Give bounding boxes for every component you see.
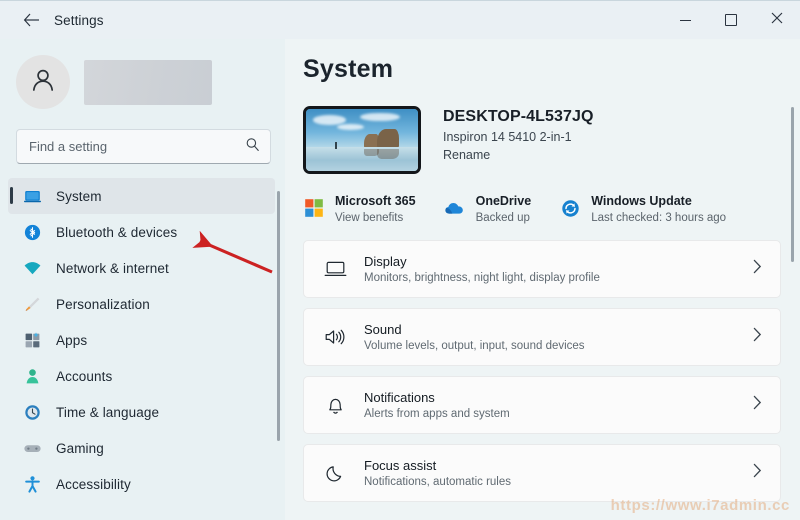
search-input[interactable] bbox=[29, 139, 245, 154]
device-model: Inspiron 14 5410 2-in-1 bbox=[443, 130, 594, 144]
sidebar-item-system[interactable]: System bbox=[8, 178, 275, 214]
card-title: Sound bbox=[364, 322, 753, 337]
quicklink-microsoft-365[interactable]: Microsoft 365 View benefits bbox=[303, 192, 416, 224]
back-button[interactable] bbox=[14, 5, 48, 35]
sidebar-item-label: System bbox=[56, 189, 102, 204]
apps-grid-icon bbox=[22, 330, 42, 350]
maximize-button[interactable] bbox=[708, 1, 754, 39]
back-arrow-icon bbox=[23, 13, 40, 27]
title-bar: Settings bbox=[0, 1, 800, 39]
quicklink-onedrive[interactable]: OneDrive Backed up bbox=[444, 192, 532, 224]
account-name-redacted bbox=[84, 60, 212, 105]
close-button[interactable] bbox=[754, 1, 800, 39]
sidebar-item-network-internet[interactable]: Network & internet bbox=[8, 250, 275, 286]
account-profile[interactable] bbox=[0, 39, 285, 109]
search-box[interactable] bbox=[16, 129, 271, 164]
sidebar-item-label: Accounts bbox=[56, 369, 112, 384]
quicklink-subtitle: Backed up bbox=[476, 212, 532, 224]
settings-card-display[interactable]: Display Monitors, brightness, night ligh… bbox=[303, 240, 781, 298]
card-subtitle: Monitors, brightness, night light, displ… bbox=[364, 272, 753, 284]
sidebar-item-label: Apps bbox=[56, 333, 87, 348]
card-subtitle: Volume levels, output, input, sound devi… bbox=[364, 340, 753, 352]
sidebar-item-accessibility[interactable]: Accessibility bbox=[8, 466, 275, 502]
quicklink-title: Microsoft 365 bbox=[335, 194, 416, 208]
window-controls bbox=[662, 1, 800, 39]
sidebar-item-label: Gaming bbox=[56, 441, 104, 456]
chevron-right-icon[interactable] bbox=[753, 395, 762, 415]
main-content: System DESKTOP-4L537JQ Inspiron 14 5410 … bbox=[285, 39, 800, 520]
settings-window: Settings bbox=[0, 0, 800, 520]
chevron-right-icon[interactable] bbox=[753, 259, 762, 279]
card-title: Focus assist bbox=[364, 458, 753, 473]
main-scrollbar[interactable] bbox=[791, 107, 794, 262]
quicklink-title: Windows Update bbox=[591, 194, 692, 208]
display-monitor-icon bbox=[322, 256, 348, 282]
chevron-right-icon[interactable] bbox=[753, 463, 762, 483]
rename-link[interactable]: Rename bbox=[443, 148, 594, 162]
focus-assist-moon-icon bbox=[322, 460, 348, 486]
avatar bbox=[16, 55, 70, 109]
quicklink-windows-update[interactable]: Windows Update Last checked: 3 hours ago bbox=[559, 192, 726, 224]
settings-card-focus-assist[interactable]: Focus assist Notifications, automatic ru… bbox=[303, 444, 781, 502]
sidebar-item-label: Network & internet bbox=[56, 261, 169, 276]
microsoft-365-logo-icon bbox=[303, 197, 325, 219]
onedrive-cloud-icon bbox=[444, 197, 466, 219]
minimize-button[interactable] bbox=[662, 1, 708, 39]
account-person-icon bbox=[22, 366, 42, 386]
sidebar-item-time-language[interactable]: Time & language bbox=[8, 394, 275, 430]
wifi-icon bbox=[22, 258, 42, 278]
watermark: https://www.i7admin.cc bbox=[611, 497, 790, 514]
sidebar-item-label: Personalization bbox=[56, 297, 150, 312]
system-laptop-icon bbox=[22, 186, 42, 206]
card-title: Notifications bbox=[364, 390, 753, 405]
windows-update-refresh-icon bbox=[559, 197, 581, 219]
accessibility-person-icon bbox=[22, 474, 42, 494]
card-subtitle: Notifications, automatic rules bbox=[364, 476, 753, 488]
sidebar-item-label: Accessibility bbox=[56, 477, 131, 492]
person-avatar-icon bbox=[28, 65, 58, 100]
settings-cards: Display Monitors, brightness, night ligh… bbox=[303, 240, 800, 502]
app-title: Settings bbox=[54, 13, 104, 28]
quicklink-subtitle: Last checked: 3 hours ago bbox=[591, 212, 726, 224]
sidebar-item-apps[interactable]: Apps bbox=[8, 322, 275, 358]
sidebar-item-gaming[interactable]: Gaming bbox=[8, 430, 275, 466]
bluetooth-icon bbox=[22, 222, 42, 242]
sound-speaker-icon bbox=[322, 324, 348, 350]
close-icon bbox=[771, 11, 783, 29]
sidebar-item-personalization[interactable]: Personalization bbox=[8, 286, 275, 322]
settings-card-sound[interactable]: Sound Volume levels, output, input, soun… bbox=[303, 308, 781, 366]
quicklink-title: OneDrive bbox=[476, 194, 532, 208]
search-icon[interactable] bbox=[245, 137, 260, 157]
clock-icon bbox=[22, 402, 42, 422]
sidebar-item-bluetooth-devices[interactable]: Bluetooth & devices bbox=[8, 214, 275, 250]
sidebar-item-label: Bluetooth & devices bbox=[56, 225, 177, 240]
quick-links: Microsoft 365 View benefits OneDrive Bac… bbox=[303, 192, 800, 224]
sidebar-scrollbar[interactable] bbox=[277, 191, 280, 441]
sidebar-nav: System Bluetooth & devices Network bbox=[0, 178, 285, 502]
minimize-icon bbox=[680, 20, 691, 21]
sidebar-item-accounts[interactable]: Accounts bbox=[8, 358, 275, 394]
card-title: Display bbox=[364, 254, 753, 269]
gamepad-icon bbox=[22, 438, 42, 458]
paintbrush-icon bbox=[22, 294, 42, 314]
card-subtitle: Alerts from apps and system bbox=[364, 408, 753, 420]
maximize-icon bbox=[725, 14, 737, 26]
page-title: System bbox=[303, 55, 800, 84]
sidebar: System Bluetooth & devices Network bbox=[0, 39, 285, 520]
settings-card-notifications[interactable]: Notifications Alerts from apps and syste… bbox=[303, 376, 781, 434]
quicklink-subtitle: View benefits bbox=[335, 212, 416, 224]
device-summary: DESKTOP-4L537JQ Inspiron 14 5410 2-in-1 … bbox=[303, 106, 800, 174]
device-name: DESKTOP-4L537JQ bbox=[443, 108, 594, 126]
desktop-wallpaper-thumbnail bbox=[303, 106, 421, 174]
sidebar-item-label: Time & language bbox=[56, 405, 159, 420]
notifications-bell-icon bbox=[322, 392, 348, 418]
chevron-right-icon[interactable] bbox=[753, 327, 762, 347]
